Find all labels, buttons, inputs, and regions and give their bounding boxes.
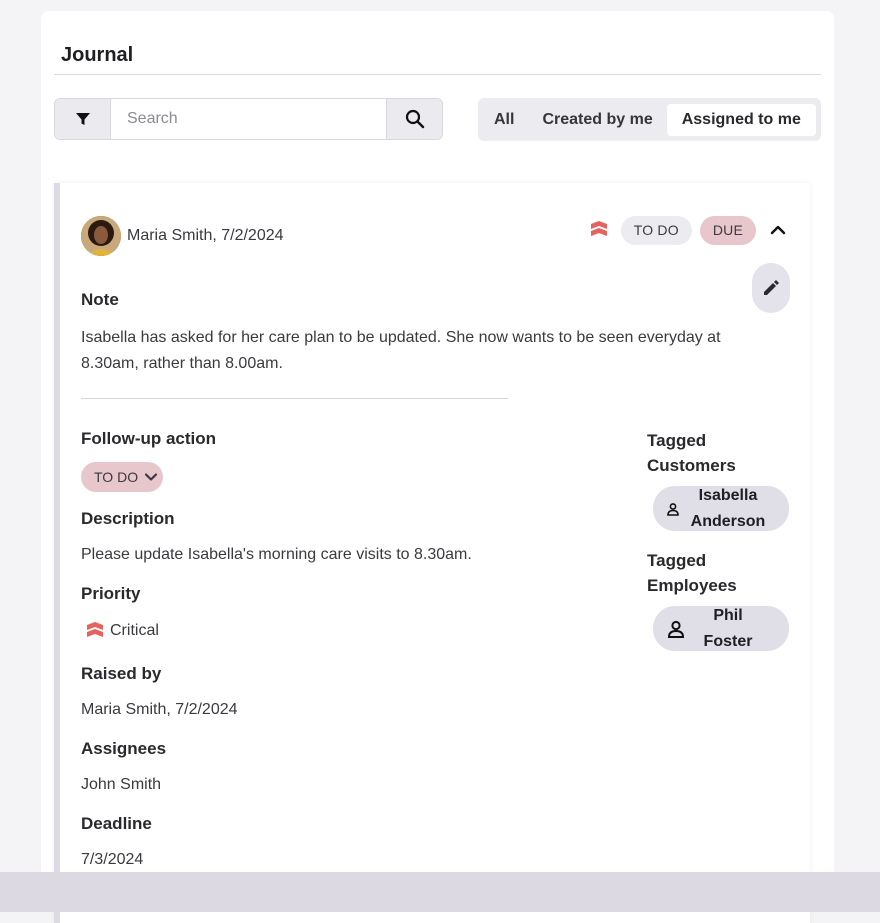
tagged-customers-label-line-2: Customers xyxy=(647,456,736,475)
filter-tabs: All Created by me Assigned to me xyxy=(478,98,821,141)
search-button[interactable] xyxy=(386,99,442,139)
bottom-bar xyxy=(0,872,880,912)
assignees-value: John Smith xyxy=(81,776,162,793)
title-divider xyxy=(54,74,821,75)
note-text-line-2: 8.30am, rather than 8.00am. xyxy=(81,355,283,372)
description-label: Description xyxy=(81,509,175,528)
filter-icon xyxy=(75,113,90,125)
note-text-line-1: Isabella has asked for her care plan to … xyxy=(81,329,721,346)
avatar-image xyxy=(81,216,121,256)
raised-by-value: Maria Smith, 7/2/2024 xyxy=(81,701,238,718)
followup-status-value: TO DO xyxy=(94,469,139,485)
description-text: Please update Isabella's morning care vi… xyxy=(81,546,472,563)
pencil-icon xyxy=(764,280,779,295)
filter-button[interactable] xyxy=(55,99,111,139)
priority-value: Critical xyxy=(110,622,159,639)
page-title: Journal xyxy=(61,44,134,66)
tagged-employees-label: Tagged Employees xyxy=(647,548,737,598)
chevron-down-icon xyxy=(144,473,158,481)
journal-panel: Journal All Created by me Assigned to me xyxy=(41,11,834,923)
edit-button[interactable] xyxy=(752,263,790,313)
critical-priority-icon xyxy=(590,221,607,236)
priority-value-row: Critical xyxy=(85,621,159,641)
tagged-customers-label: Tagged Customers xyxy=(647,428,736,478)
tab-assigned-to-me[interactable]: Assigned to me xyxy=(666,103,816,136)
tab-created-by-me[interactable]: Created by me xyxy=(532,104,662,136)
tagged-customer-chip[interactable]: Isabella Anderson xyxy=(653,486,789,531)
critical-priority-icon xyxy=(87,622,103,637)
raised-by-label: Raised by xyxy=(81,664,162,683)
entry-status-area: TO DO DUE xyxy=(589,215,790,245)
tagged-employees-label-line-2: Employees xyxy=(647,576,737,595)
tagged-employees-label-line-1: Tagged xyxy=(647,551,707,570)
entry-author: Maria Smith, 7/2/2024 xyxy=(127,227,284,244)
followup-status-dropdown[interactable]: TO DO xyxy=(81,462,163,492)
person-icon xyxy=(667,502,679,516)
followup-label: Follow-up action xyxy=(81,429,217,448)
person-icon xyxy=(667,620,685,638)
avatar xyxy=(81,216,121,256)
section-divider xyxy=(81,398,508,399)
collapse-button[interactable] xyxy=(766,218,790,242)
customer-last-name: Anderson xyxy=(690,512,766,530)
customer-first-name: Isabella xyxy=(698,486,758,504)
tagged-customers-label-line-1: Tagged xyxy=(647,431,707,450)
journal-entry-card: Maria Smith, 7/2/2024 TO DO DUE Note Isa… xyxy=(54,183,810,923)
search-icon xyxy=(405,109,424,129)
deadline-value: 7/3/2024 xyxy=(81,851,144,868)
deadline-label: Deadline xyxy=(81,814,152,833)
status-badge-due: DUE xyxy=(699,215,756,245)
search-input[interactable] xyxy=(111,99,386,139)
assignees-label: Assignees xyxy=(81,739,167,758)
chevron-up-icon xyxy=(770,225,786,235)
tagged-employee-chip[interactable]: Phil Foster xyxy=(653,606,789,651)
search-bar xyxy=(54,98,443,140)
priority-label: Priority xyxy=(81,584,141,603)
note-label: Note xyxy=(81,290,119,309)
tab-all[interactable]: All xyxy=(484,104,524,136)
status-badge-todo: TO DO xyxy=(620,215,692,245)
